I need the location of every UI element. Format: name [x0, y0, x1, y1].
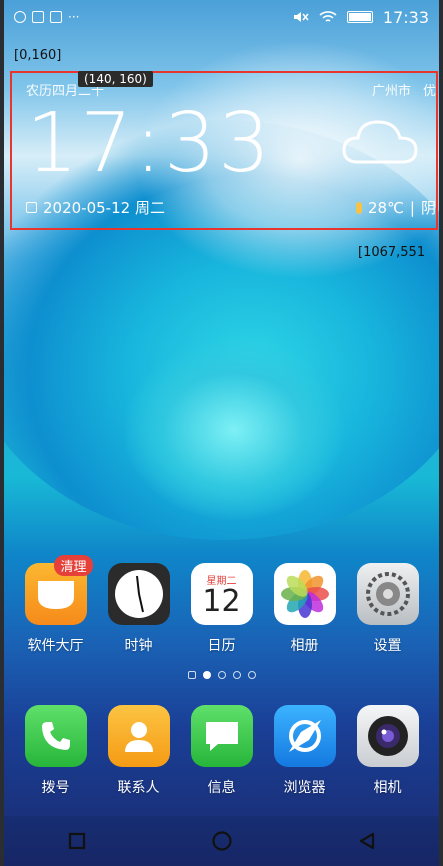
- app-label: 设置: [373, 638, 402, 654]
- person-icon: [107, 705, 170, 767]
- more-icon: ···: [68, 10, 80, 24]
- globe-icon: [14, 11, 26, 23]
- page-dot-minus[interactable]: [187, 671, 196, 679]
- app-label: 联系人: [117, 780, 160, 796]
- gallery-app[interactable]: 相册: [269, 563, 341, 655]
- back-triangle-icon[interactable]: [352, 826, 382, 856]
- calendar-icon: 星期二 12: [190, 563, 253, 625]
- gear-icon: [356, 563, 419, 625]
- phone-icon: [24, 705, 87, 767]
- app-label: 软件大厅: [27, 638, 84, 654]
- app-label: 拨号: [41, 780, 70, 796]
- recents-square-icon[interactable]: [62, 826, 92, 856]
- app-label: 信息: [207, 780, 236, 796]
- clock-icon: [107, 563, 170, 625]
- app-label: 浏览器: [283, 780, 326, 796]
- annotation-coord-topleft: [0,160]: [14, 48, 62, 63]
- annotation-coord-right: [1067,551: [358, 245, 426, 260]
- wifi-icon: [319, 11, 337, 22]
- battery-icon: [346, 11, 373, 23]
- status-right-icons: 17:33: [293, 8, 429, 27]
- browser-app[interactable]: 浏览器: [269, 705, 341, 797]
- app-label: 相机: [373, 780, 402, 796]
- home-circle-icon[interactable]: [207, 826, 237, 856]
- cleanup-badge[interactable]: 清理: [54, 555, 93, 576]
- app-store-app[interactable]: 清理 软件大厅: [20, 555, 93, 655]
- annotation-tag: (140, 160): [78, 71, 153, 87]
- sim-icon: [32, 11, 44, 23]
- mute-icon: [293, 12, 309, 22]
- calendar-day: 12: [202, 583, 241, 619]
- app-label: 相册: [290, 638, 319, 654]
- page-dot-active[interactable]: [202, 671, 211, 679]
- settings-app[interactable]: 设置: [352, 563, 424, 655]
- page-dot[interactable]: [217, 671, 226, 679]
- dock-row: 拨号 联系人 信息 浏览器 相机: [4, 705, 439, 797]
- bag-icon: 清理: [24, 555, 93, 625]
- status-bar: ··· 17:33: [4, 0, 439, 34]
- page-indicator[interactable]: [4, 671, 439, 679]
- phone-app[interactable]: 拨号: [20, 705, 92, 797]
- chat-icon: [190, 705, 253, 767]
- sim2-icon: [50, 11, 62, 23]
- annotation-box: [10, 71, 438, 230]
- status-left-icons: ···: [14, 10, 79, 24]
- contacts-app[interactable]: 联系人: [103, 705, 175, 797]
- flower-icon: [273, 563, 336, 625]
- app-label: 时钟: [124, 638, 153, 654]
- camera-icon: [356, 705, 419, 767]
- app-label: 日历: [207, 638, 236, 654]
- calendar-app[interactable]: 星期二 12 日历: [186, 563, 258, 655]
- page-dot[interactable]: [247, 671, 256, 679]
- messages-app[interactable]: 信息: [186, 705, 258, 797]
- app-row-1: 清理 软件大厅 时钟 星期二 12 日历 相册 设置: [4, 555, 439, 655]
- wallpaper-curl: [124, 340, 344, 520]
- status-time: 17:33: [382, 7, 429, 27]
- compass-icon: [273, 705, 336, 767]
- clock-app[interactable]: 时钟: [103, 563, 175, 655]
- page-dot[interactable]: [232, 671, 241, 679]
- navigation-bar: [4, 816, 439, 866]
- camera-app[interactable]: 相机: [352, 705, 424, 797]
